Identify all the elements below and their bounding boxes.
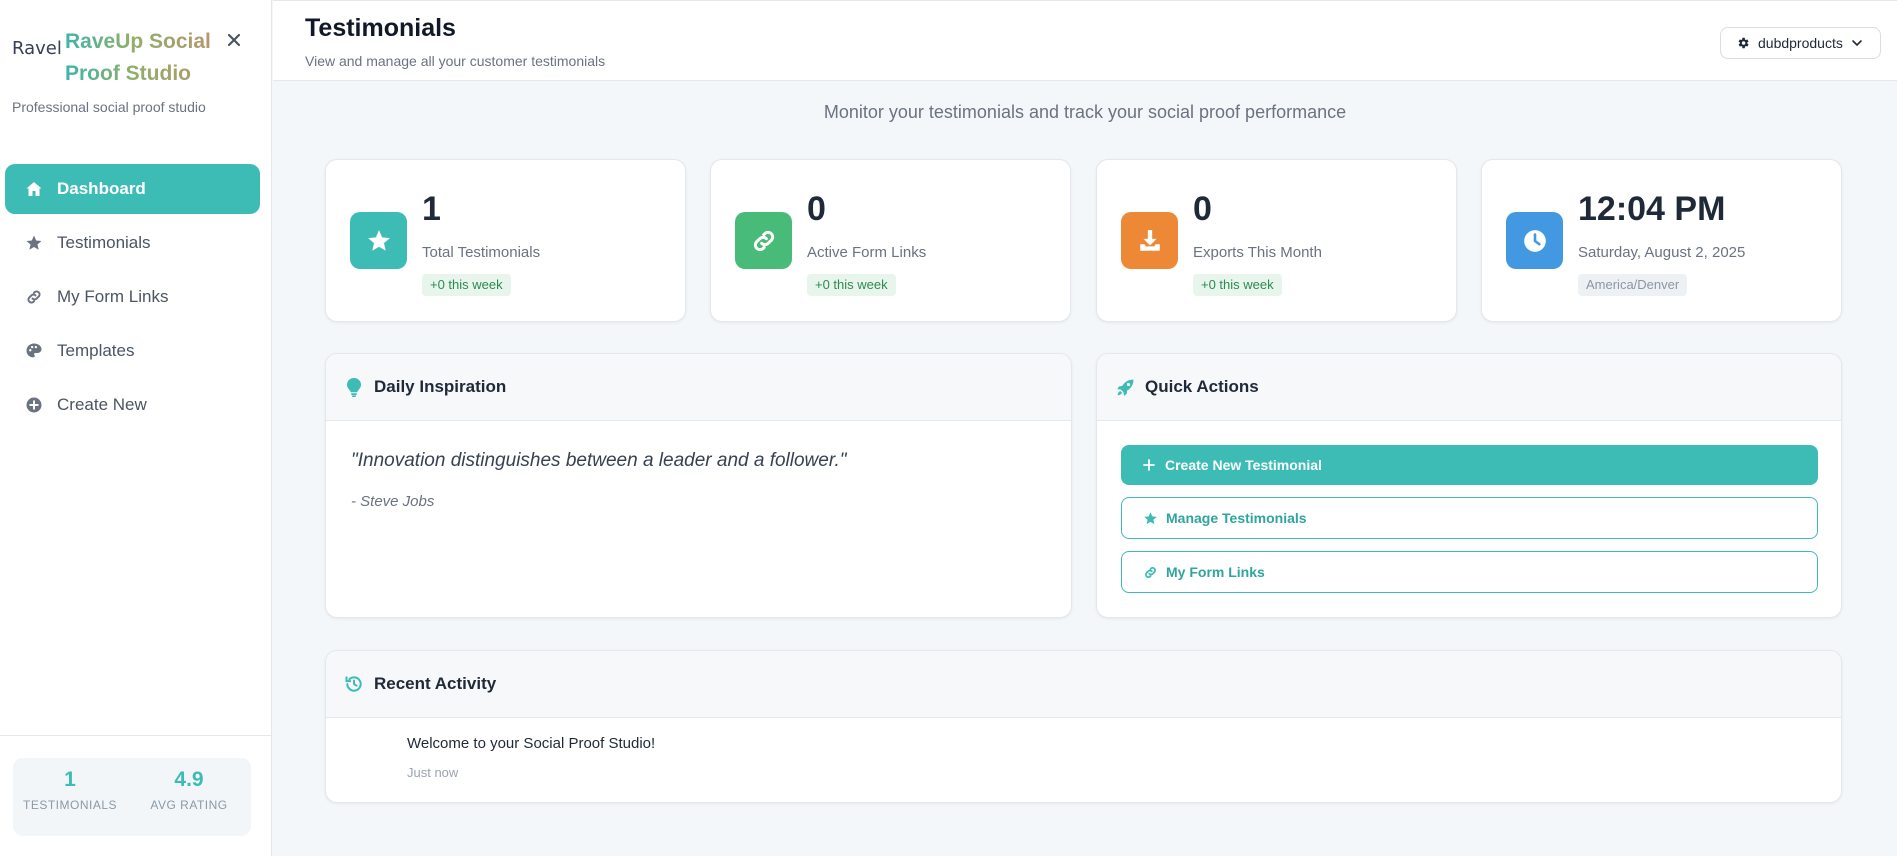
button-label: My Form Links [1166, 564, 1265, 580]
star-icon [350, 212, 407, 269]
recent-activity-panel: Recent Activity Welcome to your Social P… [325, 650, 1842, 803]
sidebar-item-create-new[interactable]: Create New [5, 380, 260, 430]
inspiration-author: - Steve Jobs [351, 493, 435, 510]
lightbulb-icon [344, 377, 364, 397]
daily-inspiration-panel: Daily Inspiration "Innovation distinguis… [325, 353, 1072, 618]
page-header: Testimonials View and manage all your cu… [273, 0, 1897, 81]
star-icon [23, 232, 45, 254]
sidebar-nav: Dashboard Testimonials My Form Links Tem… [5, 164, 260, 434]
panel-title: Recent Activity [374, 674, 497, 693]
sidebar-item-label: Dashboard [57, 179, 146, 198]
plus-circle-icon [23, 394, 45, 416]
stat-card-label: Exports This Month [1193, 244, 1322, 261]
stat-card-current-time: 12:04 PM Saturday, August 2, 2025 Americ… [1481, 159, 1842, 322]
sidebar-item-testimonials[interactable]: Testimonials [5, 218, 260, 268]
stat-value: 1 [64, 768, 76, 791]
button-label: Manage Testimonials [1166, 510, 1307, 526]
stat-value: 4.9 [174, 768, 204, 791]
account-menu-button[interactable]: dubdproducts [1720, 27, 1881, 59]
current-date: Saturday, August 2, 2025 [1578, 244, 1746, 261]
panel-title: Daily Inspiration [374, 377, 507, 396]
panel-header: Daily Inspiration [326, 354, 1071, 421]
manage-testimonials-button[interactable]: Manage Testimonials [1121, 497, 1818, 539]
panel-title: Quick Actions [1145, 377, 1259, 396]
sidebar-stats: 1 TESTIMONIALS 4.9 AVG RATING [13, 758, 251, 836]
chevron-down-icon [1852, 40, 1862, 47]
star-icon [1142, 510, 1158, 526]
home-icon [23, 178, 45, 200]
link-icon [1142, 564, 1158, 580]
stat-card-badge: +0 this week [807, 274, 896, 296]
history-icon [344, 674, 364, 694]
account-name: dubdproducts [1758, 35, 1843, 51]
clock-icon [1506, 212, 1563, 269]
gear-icon [1738, 37, 1749, 49]
brand-logo: Ravel [12, 38, 62, 59]
download-icon [1121, 212, 1178, 269]
stat-card-value: 0 [807, 190, 826, 228]
stat-card-label: Total Testimonials [422, 244, 541, 261]
sidebar-footer: 1 TESTIMONIALS 4.9 AVG RATING [0, 735, 271, 856]
close-icon [227, 33, 241, 47]
panel-header: Quick Actions [1097, 354, 1841, 421]
stat-testimonials: 1 TESTIMONIALS [15, 768, 125, 812]
stat-card-value: 0 [1193, 190, 1212, 228]
my-form-links-button[interactable]: My Form Links [1121, 551, 1818, 593]
link-icon [23, 286, 45, 308]
sidebar-item-my-form-links[interactable]: My Form Links [5, 272, 260, 322]
stat-card-badge: +0 this week [1193, 274, 1282, 296]
sidebar-item-label: My Form Links [57, 287, 169, 306]
page-title: Testimonials [305, 14, 456, 42]
close-sidebar-button[interactable] [224, 30, 244, 50]
stat-card-exports-this-month: 0 Exports This Month +0 this week [1096, 159, 1457, 322]
stat-card-value: 1 [422, 190, 441, 228]
panel-header: Recent Activity [326, 651, 1841, 718]
inspiration-quote: "Innovation distinguishes between a lead… [351, 450, 847, 471]
sidebar-item-label: Testimonials [57, 233, 151, 252]
sidebar: Ravel RaveUp Social Proof Studio Profess… [0, 0, 272, 856]
sidebar-item-dashboard[interactable]: Dashboard [5, 164, 260, 214]
plus-icon [1141, 457, 1157, 473]
activity-time: Just now [407, 765, 459, 780]
sidebar-item-templates[interactable]: Templates [5, 326, 260, 376]
link-icon [735, 212, 792, 269]
timezone-badge: America/Denver [1578, 274, 1688, 296]
button-label: Create New Testimonial [1165, 457, 1322, 473]
palette-icon [23, 340, 45, 362]
dashboard-tagline: Monitor your testimonials and track your… [823, 102, 1347, 122]
rocket-icon [1115, 377, 1135, 397]
activity-text: Welcome to your Social Proof Studio! [407, 735, 656, 752]
page-subtitle: View and manage all your customer testim… [305, 53, 606, 69]
stat-label: AVG RATING [150, 798, 228, 812]
brand-subtitle: Professional social proof studio [12, 99, 206, 115]
stat-card-active-form-links: 0 Active Form Links +0 this week [710, 159, 1071, 322]
current-time: 12:04 PM [1578, 190, 1726, 228]
sidebar-item-label: Create New [57, 395, 147, 414]
brand-name: RaveUp Social Proof Studio [65, 26, 215, 90]
stat-card-badge: +0 this week [422, 274, 511, 296]
create-new-testimonial-button[interactable]: Create New Testimonial [1121, 445, 1818, 485]
activity-star-icon [358, 751, 376, 769]
stat-avg-rating: 4.9 AVG RATING [134, 768, 244, 812]
stat-card-label: Active Form Links [807, 244, 927, 261]
stat-card-total-testimonials: 1 Total Testimonials +0 this week [325, 159, 686, 322]
stat-label: TESTIMONIALS [22, 798, 117, 812]
quick-actions-panel: Quick Actions Create New Testimonial Man… [1096, 353, 1842, 618]
sidebar-item-label: Templates [57, 341, 135, 360]
